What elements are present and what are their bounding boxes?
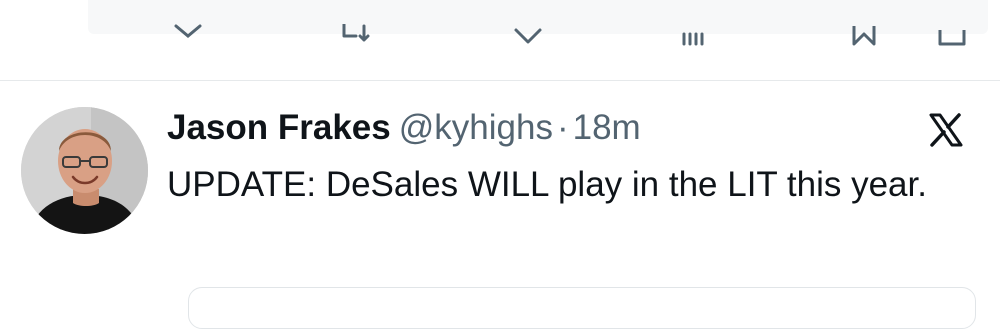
bookmark-icon[interactable] [848, 24, 880, 48]
author-name[interactable]: Jason Frakes [167, 108, 391, 147]
views-icon[interactable] [678, 24, 710, 48]
tweet[interactable]: Jason Frakes @kyhighs · 18m UPDATE: DeSales… [0, 81, 1000, 329]
heart-icon[interactable] [512, 24, 544, 48]
previous-tweet-action-bar [0, 0, 1000, 80]
embedded-card[interactable] [188, 287, 976, 329]
tweet-header: Jason Frakes @kyhighs · 18m [167, 103, 641, 153]
tweet-text: UPDATE: DeSales WILL play in the LIT thi… [167, 165, 927, 204]
retweet-icon[interactable] [340, 24, 372, 48]
x-logo-icon [928, 113, 964, 147]
author-handle[interactable]: @kyhighs [399, 108, 553, 147]
share-icon[interactable] [936, 24, 968, 48]
tweet-timestamp[interactable]: 18m [573, 108, 641, 147]
reply-icon[interactable] [172, 24, 204, 48]
separator-dot: · [556, 108, 569, 147]
author-avatar[interactable] [21, 107, 148, 234]
